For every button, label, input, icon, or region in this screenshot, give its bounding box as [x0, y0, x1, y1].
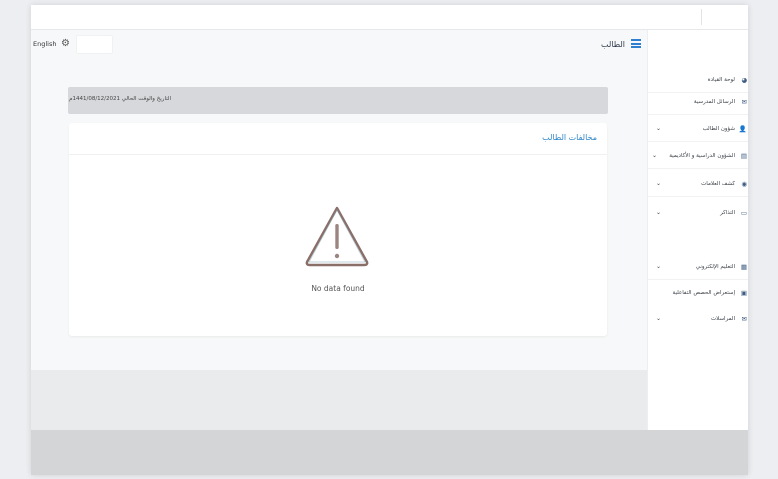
card-title: مخالفات الطالب — [542, 133, 597, 142]
sidebar-item-student-affairs[interactable]: 👤 شؤون الطالب ⌄ — [648, 119, 748, 142]
empty-state-text: No data found — [311, 284, 365, 293]
chevron-down-icon: ⌄ — [656, 209, 662, 216]
sidebar-item-label: كشف العلامات — [701, 181, 735, 187]
date-text: التاريخ والوقت الحالي 1441/08/12/2021م — [69, 96, 171, 102]
language-switch[interactable]: English — [33, 40, 56, 48]
sidebar-item-label: الرسائل المدرسية — [693, 99, 735, 105]
dashboard-icon: ◕ — [741, 76, 747, 84]
header-search-box[interactable] — [76, 35, 113, 54]
mail-icon: ✉ — [741, 315, 747, 323]
sidebar-item-label: شؤون الطالب — [702, 126, 735, 132]
ticket-icon: ▭ — [740, 209, 747, 217]
footer — [31, 430, 748, 475]
main-content: English ⚙ الطالب التاريخ والوقت الحالي 1… — [31, 30, 647, 370]
elearning-icon: ▦ — [740, 263, 747, 271]
sidebar-item-school-messages[interactable]: ✉ الرسائل المدرسية — [648, 92, 748, 115]
sidebar-item-elearning[interactable]: ▦ التعليم الإلكتروني ⌄ — [648, 257, 748, 280]
top-bar-divider — [701, 9, 702, 25]
sidebar-item-label: الشؤون الدراسية و الأكاديمية — [669, 153, 735, 159]
sidebar-item-grades[interactable]: ◉ كشف العلامات ⌄ — [648, 174, 748, 197]
warning-triangle-icon — [305, 206, 369, 267]
book-icon: ▤ — [740, 152, 747, 160]
sidebar-item-interactive-classes[interactable]: ▣ إستعراض الحصص التفاعلية — [648, 283, 748, 305]
top-bar — [31, 5, 748, 30]
student-icon: 👤 — [738, 125, 747, 133]
app-window: English ⚙ الطالب التاريخ والوقت الحالي 1… — [31, 5, 748, 475]
chevron-down-icon: ⌄ — [652, 152, 658, 159]
sidebar-item-dashboard[interactable]: ◕ لوحة القيادة — [648, 70, 748, 93]
hamburger-icon[interactable] — [631, 39, 641, 48]
card-header: مخالفات الطالب — [69, 123, 607, 155]
chevron-down-icon: ⌄ — [656, 263, 662, 270]
violations-card: مخالفات الطالب No data found — [69, 123, 607, 336]
sidebar-item-tickets[interactable]: ▭ التذاكر ⌄ — [648, 203, 748, 225]
sidebar-item-label: التذاكر — [720, 210, 735, 216]
message-icon: ✉ — [741, 98, 747, 106]
sidebar-item-correspondence[interactable]: ✉ المراسلات ⌄ — [648, 309, 748, 331]
gear-icon[interactable]: ⚙ — [61, 38, 70, 49]
chevron-down-icon: ⌄ — [656, 125, 662, 132]
grades-icon: ◉ — [741, 180, 747, 188]
sidebar-item-label: التعليم الإلكتروني — [695, 264, 735, 270]
chevron-down-icon: ⌄ — [656, 180, 662, 187]
video-icon: ▣ — [740, 289, 747, 297]
date-bar: التاريخ والوقت الحالي 1441/08/12/2021م — [68, 87, 608, 114]
content-bottom-band — [31, 370, 647, 430]
sidebar-item-academic-affairs[interactable]: ▤ الشؤون الدراسية و الأكاديمية ⌄ — [648, 146, 748, 169]
sidebar-item-label: المراسلات — [710, 316, 735, 322]
chevron-down-icon: ⌄ — [656, 315, 662, 322]
sidebar-item-label: إستعراض الحصص التفاعلية — [672, 290, 735, 296]
sidebar-item-label: لوحة القيادة — [707, 77, 735, 83]
page-title: الطالب — [601, 40, 625, 49]
sidebar: ◕ لوحة القيادة ✉ الرسائل المدرسية 👤 شؤون… — [647, 30, 748, 430]
